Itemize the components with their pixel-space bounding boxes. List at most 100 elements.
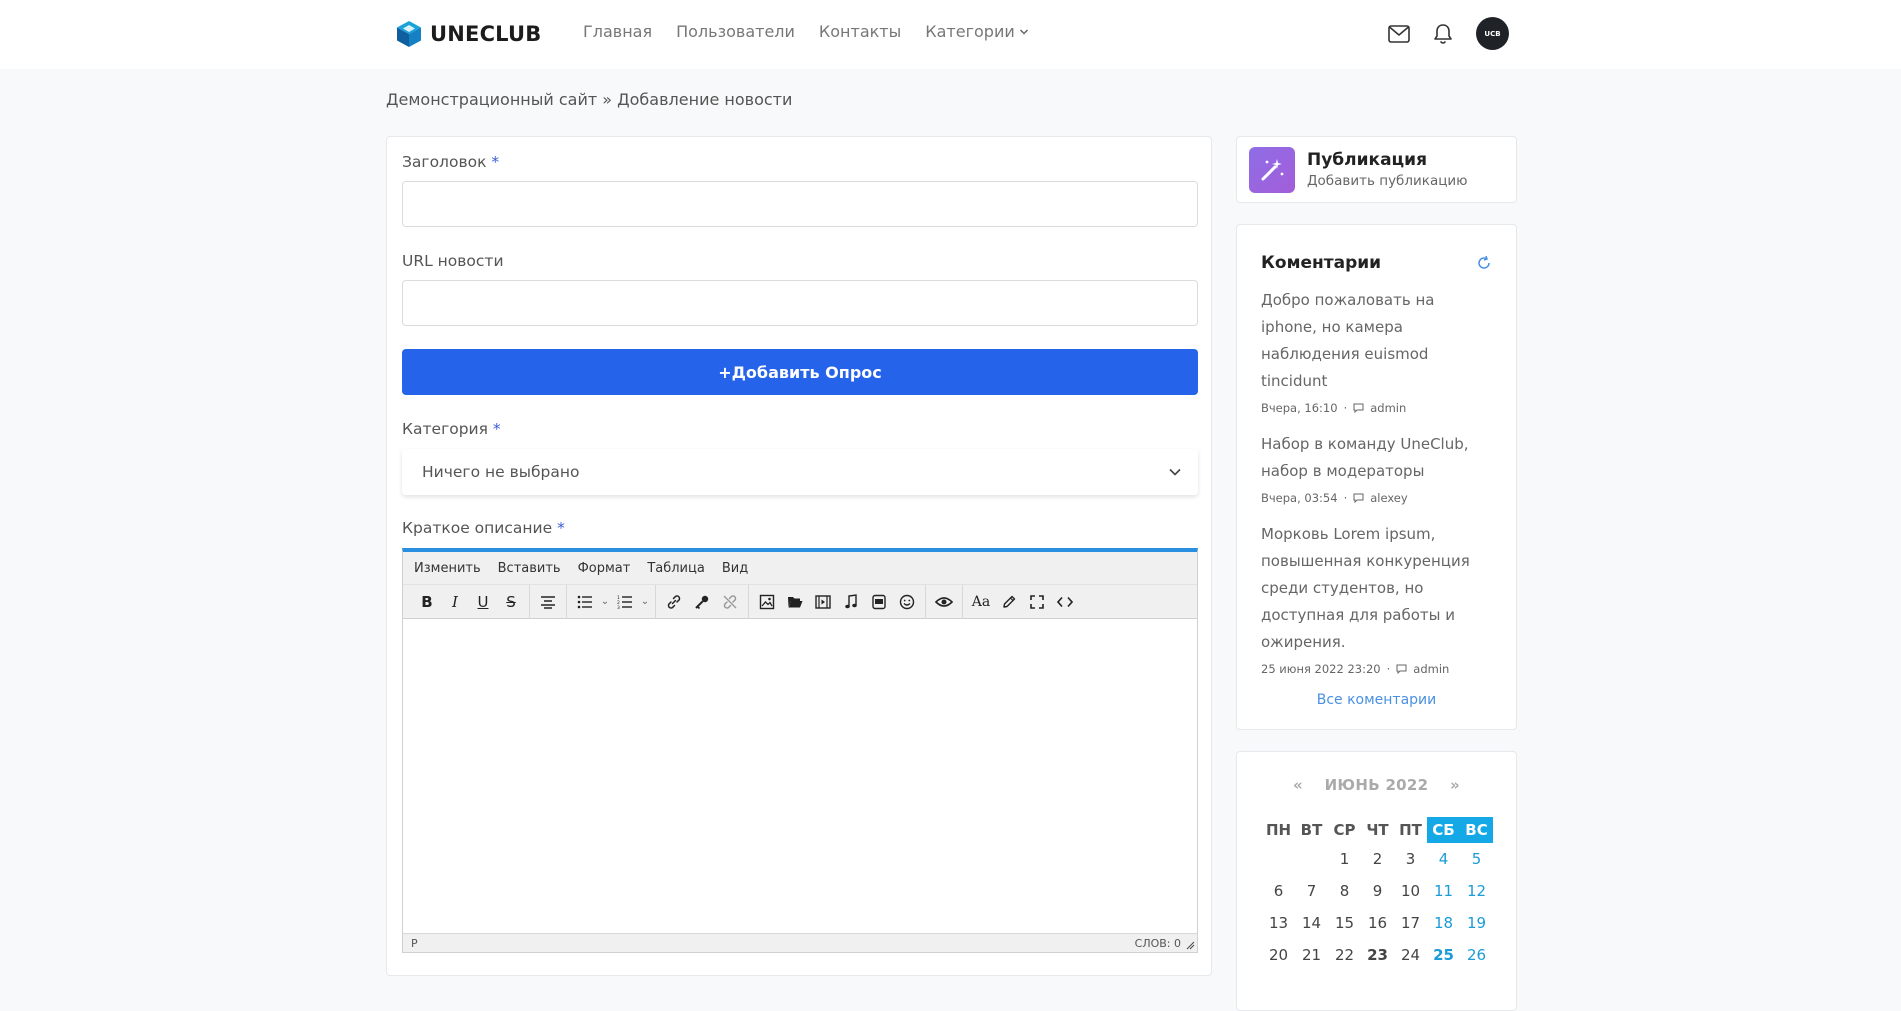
resize-handle-icon[interactable] — [1186, 941, 1195, 950]
calendar-day[interactable]: 23 — [1361, 939, 1394, 971]
comment-item[interactable]: Набор в команду UneClub, набор в модерат… — [1261, 431, 1492, 505]
calendar-day[interactable]: 4 — [1427, 843, 1460, 875]
calendar-day[interactable]: 5 — [1460, 843, 1493, 875]
key-icon[interactable] — [688, 588, 716, 616]
comment-author[interactable]: alexey — [1370, 491, 1407, 505]
comment-author[interactable]: admin — [1413, 662, 1449, 676]
bold-icon[interactable]: B — [413, 588, 441, 616]
title-label-text: Заголовок — [402, 153, 487, 171]
magic-wand-icon — [1249, 146, 1295, 193]
calendar-day[interactable]: 3 — [1394, 843, 1427, 875]
calendar-weekday: СР — [1333, 821, 1356, 839]
calendar-day[interactable]: 19 — [1460, 907, 1493, 939]
calendar-day[interactable]: 25 — [1427, 939, 1460, 971]
calendar-day[interactable]: 15 — [1328, 907, 1361, 939]
strikethrough-icon[interactable]: S — [497, 588, 525, 616]
calendar-day[interactable]: 6 — [1262, 875, 1295, 907]
image-icon[interactable] — [753, 588, 781, 616]
calendar-day[interactable]: 11 — [1427, 875, 1460, 907]
mail-icon[interactable] — [1388, 24, 1410, 43]
calendar-day — [1295, 843, 1328, 875]
chevron-down-icon[interactable]: ⌄ — [599, 596, 611, 607]
menu-edit[interactable]: Изменить — [414, 561, 481, 576]
comment-item[interactable]: Морковь Lorem ipsum, повышенная конкурен… — [1261, 521, 1492, 676]
editor-toolbar: B I U S ⌄ 123 ⌄ Aa — [403, 584, 1197, 619]
main-nav: Главная Пользователи Контакты Категории — [583, 22, 1029, 41]
url-input[interactable] — [402, 280, 1198, 326]
video-embed-icon[interactable] — [865, 588, 893, 616]
calendar-day[interactable]: 2 — [1361, 843, 1394, 875]
preview-eye-icon[interactable] — [930, 588, 958, 616]
folder-open-icon[interactable] — [781, 588, 809, 616]
logo[interactable]: UNECLUB — [396, 20, 541, 48]
calendar-weekday: ПТ — [1399, 821, 1422, 839]
calendar-day[interactable]: 7 — [1295, 875, 1328, 907]
link-icon[interactable] — [660, 588, 688, 616]
comment-author[interactable]: admin — [1370, 401, 1406, 415]
emoji-icon[interactable] — [893, 588, 921, 616]
menu-table[interactable]: Таблица — [647, 561, 705, 576]
chevron-down-icon — [1019, 28, 1028, 35]
calendar-grid: ПН ВТ СР ЧТ ПТ СБ ВС 1 2 3 4 5 6 7 8 9 10 11 12 13 14 15 16 17 1… — [1262, 817, 1493, 971]
rich-text-editor: Изменить Вставить Формат Таблица Вид B I… — [402, 548, 1198, 953]
calendar-day[interactable]: 21 — [1295, 939, 1328, 971]
nav-contacts[interactable]: Контакты — [819, 22, 901, 41]
media-icon[interactable] — [809, 588, 837, 616]
calendar-day[interactable]: 9 — [1361, 875, 1394, 907]
unlink-icon[interactable] — [716, 588, 744, 616]
calendar-weekday: ЧТ — [1366, 821, 1389, 839]
bell-icon[interactable] — [1433, 23, 1453, 45]
calendar-weekday: СБ — [1427, 817, 1460, 843]
refresh-icon[interactable] — [1476, 255, 1492, 271]
calendar-day[interactable]: 12 — [1460, 875, 1493, 907]
calendar-day[interactable]: 22 — [1328, 939, 1361, 971]
fullscreen-icon[interactable] — [1023, 588, 1051, 616]
underline-icon[interactable]: U — [469, 588, 497, 616]
chevron-down-icon[interactable]: ⌄ — [639, 596, 651, 607]
comment-time: 25 июня 2022 23:20 — [1261, 662, 1381, 676]
editor-menubar: Изменить Вставить Формат Таблица Вид — [403, 552, 1197, 585]
nav-users[interactable]: Пользователи — [676, 22, 795, 41]
comment-text: Морковь Lorem ipsum, повышенная конкурен… — [1261, 525, 1470, 651]
calendar-day[interactable]: 20 — [1262, 939, 1295, 971]
source-code-icon[interactable] — [1051, 588, 1079, 616]
required-mark: * — [557, 519, 565, 537]
menu-format[interactable]: Формат — [578, 561, 631, 576]
add-poll-button[interactable]: +Добавить Опрос — [402, 349, 1198, 395]
italic-icon[interactable]: I — [441, 588, 469, 616]
calendar-day[interactable]: 8 — [1328, 875, 1361, 907]
calendar-header: « ИЮНЬ 2022 » — [1237, 776, 1516, 794]
pencil-icon[interactable] — [995, 588, 1023, 616]
category-select[interactable]: Ничего не выбрано — [402, 449, 1198, 495]
calendar-day[interactable]: 14 — [1295, 907, 1328, 939]
nav-home[interactable]: Главная — [583, 22, 652, 41]
all-comments-link[interactable]: Все коментарии — [1261, 692, 1492, 708]
calendar-day[interactable]: 10 — [1394, 875, 1427, 907]
calendar-day[interactable]: 24 — [1394, 939, 1427, 971]
calendar-day[interactable]: 13 — [1262, 907, 1295, 939]
comment-time: Вчера, 16:10 — [1261, 401, 1338, 415]
calendar-day[interactable]: 26 — [1460, 939, 1493, 971]
title-input[interactable] — [402, 181, 1198, 227]
align-center-icon[interactable] — [534, 588, 562, 616]
bullet-list-icon[interactable] — [571, 588, 599, 616]
calendar-day[interactable]: 17 — [1394, 907, 1427, 939]
menu-insert[interactable]: Вставить — [498, 561, 561, 576]
numbered-list-icon[interactable]: 123 — [611, 588, 639, 616]
calendar-next[interactable]: » — [1450, 776, 1460, 794]
menu-view[interactable]: Вид — [722, 561, 748, 576]
calendar-day[interactable]: 1 — [1328, 843, 1361, 875]
add-news-form: Заголовок * URL новости +Добавить Опрос … — [386, 136, 1212, 976]
nav-categories[interactable]: Категории — [925, 22, 1028, 41]
font-format-icon[interactable]: Aa — [967, 588, 995, 616]
calendar-day[interactable]: 16 — [1361, 907, 1394, 939]
editor-content-area[interactable] — [403, 619, 1197, 937]
calendar-prev[interactable]: « — [1293, 776, 1303, 794]
calendar-day[interactable]: 18 — [1427, 907, 1460, 939]
avatar[interactable]: UCB — [1476, 17, 1509, 50]
element-path: P — [411, 936, 418, 950]
comment-item[interactable]: Добро пожаловать на iphone, но камера на… — [1261, 287, 1492, 415]
audio-icon[interactable] — [837, 588, 865, 616]
svg-text:3: 3 — [617, 605, 620, 609]
publication-widget[interactable]: Публикация Добавить публикацию — [1236, 136, 1517, 203]
